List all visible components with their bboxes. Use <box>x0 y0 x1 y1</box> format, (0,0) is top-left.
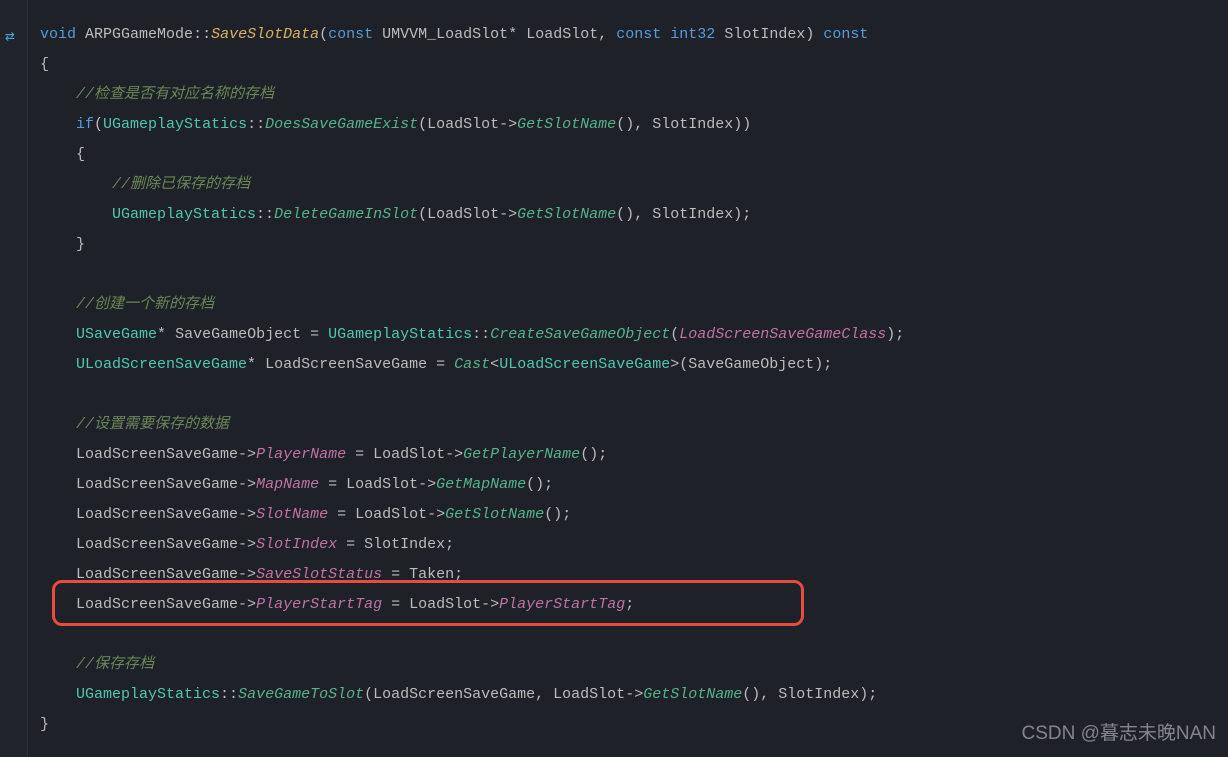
keyword-void: void <box>40 26 76 43</box>
code-line: LoadScreenSaveGame->MapName = LoadSlot->… <box>40 476 553 493</box>
func-name: SaveSlotData <box>211 26 319 43</box>
code-line: LoadScreenSaveGame->SlotIndex = SlotInde… <box>40 536 454 553</box>
comment: //删除已保存的存档 <box>112 176 250 193</box>
code-line: LoadScreenSaveGame->SaveSlotStatus = Tak… <box>40 566 463 583</box>
override-icon: ⇄ <box>5 22 15 52</box>
code-line: void ARPGGameMode::SaveSlotData(const UM… <box>40 26 868 43</box>
code-line: //保存存档 <box>40 656 154 673</box>
comment: //检查是否有对应名称的存档 <box>76 86 274 103</box>
code-line: } <box>40 716 49 733</box>
code-line: ULoadScreenSaveGame* LoadScreenSaveGame … <box>40 356 832 373</box>
comment: //设置需要保存的数据 <box>76 416 229 433</box>
class-name: ARPGGameMode <box>85 26 193 43</box>
comment: //保存存档 <box>76 656 154 673</box>
code-editor[interactable]: void ARPGGameMode::SaveSlotData(const UM… <box>0 0 1228 740</box>
code-line: //设置需要保存的数据 <box>40 416 229 433</box>
code-line: } <box>40 236 85 253</box>
code-line: LoadScreenSaveGame->PlayerName = LoadSlo… <box>40 446 607 463</box>
editor-gutter: ⇄ <box>0 0 28 757</box>
watermark-text: CSDN @暮志未晚NAN <box>1021 719 1216 749</box>
code-line: if(UGameplayStatics::DoesSaveGameExist(L… <box>40 116 751 133</box>
code-line: UGameplayStatics::DeleteGameInSlot(LoadS… <box>40 206 751 223</box>
code-line: //删除已保存的存档 <box>40 176 250 193</box>
code-line: UGameplayStatics::SaveGameToSlot(LoadScr… <box>40 686 877 703</box>
comment: //创建一个新的存档 <box>76 296 214 313</box>
code-line: LoadScreenSaveGame->PlayerStartTag = Loa… <box>40 596 634 613</box>
code-line: //检查是否有对应名称的存档 <box>40 86 274 103</box>
code-line: { <box>40 146 85 163</box>
code-line: LoadScreenSaveGame->SlotName = LoadSlot-… <box>40 506 571 523</box>
code-line: { <box>40 56 49 73</box>
code-line: //创建一个新的存档 <box>40 296 214 313</box>
code-line: USaveGame* SaveGameObject = UGameplaySta… <box>40 326 904 343</box>
